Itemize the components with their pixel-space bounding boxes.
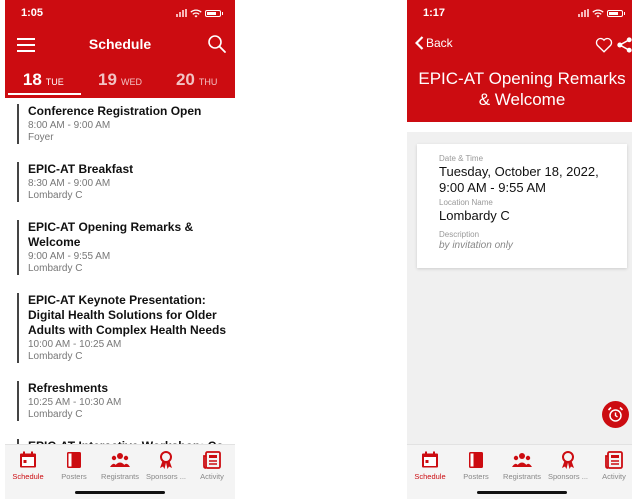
day-number: 19 bbox=[98, 70, 117, 89]
session-time: 9:00 AM - 9:55 AM bbox=[28, 251, 111, 262]
list-item[interactable]: Refreshments 10:25 AM - 10:30 AM Lombard… bbox=[17, 381, 235, 421]
newspaper-icon bbox=[203, 451, 221, 469]
heart-icon[interactable] bbox=[595, 36, 613, 54]
schedule-list: Conference Registration Open 8:00 AM - 9… bbox=[5, 98, 235, 454]
status-bar: 1:05 bbox=[5, 0, 235, 26]
session-title: EPIC-AT Keynote Presentation: Digital He… bbox=[28, 293, 227, 337]
tab-label: Posters bbox=[61, 472, 87, 481]
description-value: by invitation only bbox=[439, 240, 513, 251]
wifi-icon bbox=[190, 8, 202, 17]
tab-label: Schedule bbox=[12, 472, 44, 481]
event-title: EPIC-AT Opening Remarks & Welcome bbox=[418, 69, 626, 109]
session-time: 8:30 AM - 9:00 AM bbox=[28, 178, 111, 189]
day-of-week: WED bbox=[120, 77, 142, 87]
tab-label: Schedule bbox=[414, 472, 446, 481]
header: 1:17 Back EPIC-AT Opening Remarks & Welc… bbox=[407, 0, 632, 122]
status-time: 1:17 bbox=[423, 7, 446, 19]
selected-tab-indicator bbox=[8, 93, 81, 95]
session-location: Lombardy C bbox=[28, 409, 83, 420]
newspaper-icon bbox=[605, 451, 623, 469]
session-title: Refreshments bbox=[28, 381, 109, 395]
battery-icon bbox=[607, 9, 625, 17]
tab-label: Sponsors ... bbox=[547, 472, 589, 481]
tab-activity[interactable]: Activity bbox=[189, 445, 235, 499]
location-value: Lombardy C bbox=[439, 208, 510, 223]
session-title: Conference Registration Open bbox=[28, 104, 202, 118]
session-time: 10:00 AM - 10:25 AM bbox=[28, 339, 122, 350]
tab-day-20[interactable]: 20 THU bbox=[158, 64, 235, 98]
day-of-week: THU bbox=[198, 77, 218, 87]
session-location: Foyer bbox=[28, 132, 54, 143]
share-icon[interactable] bbox=[616, 36, 632, 54]
tab-label: Activity bbox=[602, 472, 626, 481]
list-item[interactable]: EPIC-AT Opening Remarks & Welcome 9:00 A… bbox=[17, 220, 235, 275]
tab-label: Activity bbox=[200, 472, 224, 481]
back-button[interactable]: Back bbox=[415, 36, 453, 50]
people-icon bbox=[512, 453, 532, 467]
status-time: 1:05 bbox=[21, 7, 44, 19]
back-label: Back bbox=[426, 36, 453, 50]
status-bar: 1:17 bbox=[407, 0, 632, 26]
tab-label: Registrants bbox=[503, 472, 541, 481]
event-detail-screen: 1:17 Back EPIC-AT Opening Remarks & Welc… bbox=[407, 0, 632, 499]
tab-activity[interactable]: Activity bbox=[591, 445, 632, 499]
session-title: EPIC-AT Opening Remarks & Welcome bbox=[28, 220, 194, 249]
location-label: Location Name bbox=[439, 198, 493, 207]
session-time: 8:00 AM - 9:00 AM bbox=[28, 120, 111, 131]
list-item[interactable]: EPIC-AT Breakfast 8:30 AM - 9:00 AM Lomb… bbox=[17, 162, 235, 202]
calendar-icon bbox=[422, 451, 438, 468]
search-icon[interactable] bbox=[207, 34, 227, 54]
date-time-label: Date & Time bbox=[439, 154, 484, 163]
book-icon bbox=[67, 452, 81, 468]
tab-bar: Schedule Posters Registrants Sponsors ..… bbox=[407, 444, 632, 499]
award-icon bbox=[562, 451, 574, 469]
home-indicator[interactable] bbox=[477, 491, 567, 494]
tab-day-19[interactable]: 19 WED bbox=[82, 64, 159, 98]
nav-bar: Schedule bbox=[5, 26, 235, 64]
status-icons bbox=[176, 8, 223, 18]
tab-bar: Schedule Posters Registrants Sponsors ..… bbox=[5, 444, 235, 499]
chevron-left-icon bbox=[415, 36, 424, 50]
list-item[interactable]: Conference Registration Open 8:00 AM - 9… bbox=[17, 104, 235, 144]
tab-schedule[interactable]: Schedule bbox=[407, 445, 453, 499]
description-label: Description bbox=[439, 230, 480, 239]
award-icon bbox=[160, 451, 172, 469]
tab-schedule[interactable]: Schedule bbox=[5, 445, 51, 499]
session-location: Lombardy C bbox=[28, 190, 83, 201]
day-number: 20 bbox=[175, 70, 195, 89]
status-icons bbox=[578, 8, 625, 18]
tab-label: Registrants bbox=[101, 472, 139, 481]
signal-icon bbox=[578, 9, 589, 17]
day-tabs: 18 TUE 19 WED 20 THU bbox=[5, 64, 235, 98]
tab-label: Posters bbox=[463, 472, 489, 481]
session-location: Lombardy C bbox=[28, 263, 83, 274]
alarm-clock-icon bbox=[607, 406, 624, 422]
list-item[interactable]: EPIC-AT Keynote Presentation: Digital He… bbox=[17, 293, 235, 363]
day-of-week: TUE bbox=[45, 77, 64, 87]
people-icon bbox=[110, 453, 130, 467]
header: 1:05 Schedule 18 TUE 19 WED 20 THU bbox=[5, 0, 235, 98]
date-time-value: Tuesday, October 18, 2022, 9:00 AM - 9:5… bbox=[439, 164, 599, 195]
content-area: Date & Time Tuesday, October 18, 2022, 9… bbox=[407, 132, 632, 445]
event-details-card: Date & Time Tuesday, October 18, 2022, 9… bbox=[417, 144, 627, 268]
tab-label: Sponsors ... bbox=[145, 472, 187, 481]
page-title: Schedule bbox=[88, 36, 152, 52]
book-icon bbox=[469, 452, 483, 468]
signal-icon bbox=[176, 9, 187, 17]
nav-bar: Back bbox=[407, 26, 632, 66]
reminder-button[interactable] bbox=[602, 401, 629, 428]
schedule-screen: 1:05 Schedule 18 TUE 19 WED 20 THU Confe… bbox=[5, 0, 235, 499]
calendar-icon bbox=[20, 451, 36, 468]
session-title: EPIC-AT Breakfast bbox=[28, 162, 134, 176]
home-indicator[interactable] bbox=[75, 491, 165, 494]
session-time: 10:25 AM - 10:30 AM bbox=[28, 397, 122, 408]
wifi-icon bbox=[592, 8, 604, 17]
session-location: Lombardy C bbox=[28, 351, 83, 362]
battery-icon bbox=[205, 9, 223, 17]
day-number: 18 bbox=[22, 70, 42, 89]
